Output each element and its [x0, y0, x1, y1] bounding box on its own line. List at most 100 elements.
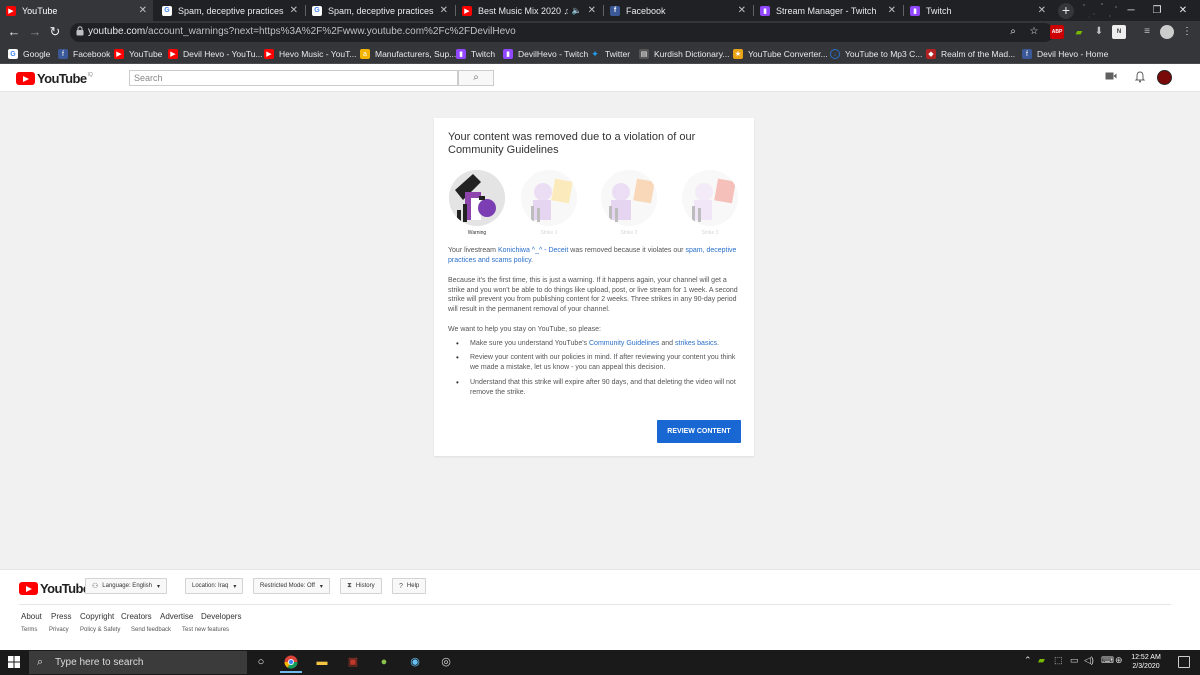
tab-music-mix[interactable]: ▶ Best Music Mix 2020 ♫ EDM 🔈 ✕ [456, 0, 602, 21]
chrome-icon[interactable] [280, 652, 302, 673]
bookmark-youtube-mp3[interactable]: ↓ YouTube to Mp3 C... [830, 47, 922, 61]
bookmark-label: Devil Hevo - Home [1037, 49, 1109, 59]
close-icon[interactable]: ✕ [139, 5, 147, 16]
bookmark-star-icon[interactable]: ☆ [1027, 25, 1041, 39]
zoom-icon[interactable]: ⌕ [1006, 25, 1020, 39]
tab-spam-policy-1[interactable]: G Spam, deceptive practices & scams ✕ [156, 0, 304, 21]
download-icon[interactable]: ⬇ [1092, 25, 1106, 39]
bookmark-label: Google [23, 49, 51, 59]
tray-overflow-icon[interactable]: ⌃ [1024, 655, 1032, 666]
help-icon: ? [399, 582, 403, 590]
bookmark-youtube[interactable]: ▶ YouTube [114, 47, 162, 61]
bookmark-facebook[interactable]: f Facebook [58, 47, 110, 61]
footer-link-developers[interactable]: Developers [201, 612, 241, 621]
bookmark-kurdish-dictionary[interactable]: ▤ Kurdish Dictionary... [639, 47, 729, 61]
list-item-text: Understand that this strike will expire … [470, 379, 736, 396]
community-guidelines-link[interactable]: Community Guidelines [589, 340, 659, 347]
bookmark-devil-hevo-youtube[interactable]: ▶ Devil Hevo - YouTu... [168, 47, 263, 61]
file-explorer-icon[interactable]: ▬ [311, 652, 333, 673]
bookmark-realm-mad-god[interactable]: ◆ Realm of the Mad... [926, 47, 1015, 61]
tab-spam-policy-2[interactable]: G Spam, deceptive practices & scams ✕ [306, 0, 454, 21]
community-guidelines-warning-card: Your content was removed due to a violat… [434, 118, 754, 456]
windows-start-icon[interactable] [8, 656, 20, 668]
bookmark-devilhevo-twitch[interactable]: ▮ DevilHevo - Twitch [503, 47, 588, 61]
speaker-icon[interactable]: 🔈 [572, 6, 582, 15]
close-icon[interactable]: ✕ [290, 5, 298, 16]
android-icon[interactable]: ● [373, 652, 395, 673]
bookmark-google[interactable]: G Google [8, 47, 50, 61]
steam-icon[interactable]: ◉ [404, 652, 426, 673]
language-button[interactable]: ⚇ Language: English ▾ [85, 578, 168, 594]
location-button[interactable]: Location: Iraq ▾ [185, 578, 244, 594]
reload-button[interactable]: ↻ [47, 24, 63, 40]
tab-twitch[interactable]: ▮ Twitch ✕ [904, 0, 1052, 21]
close-icon[interactable]: ✕ [588, 5, 596, 16]
help-button[interactable]: ? Help [392, 578, 427, 594]
back-button[interactable]: ← [6, 24, 22, 40]
footer-link-advertise[interactable]: Advertise [160, 612, 193, 621]
footer-link-about[interactable]: About [21, 612, 42, 621]
footer-link-privacy[interactable]: Privacy [49, 627, 69, 633]
minimize-button[interactable]: ─ [1118, 0, 1144, 21]
menu-icon[interactable]: ⋮ [1180, 25, 1194, 39]
bookmark-twitter[interactable]: ✦ Twitter [590, 47, 630, 61]
close-window-button[interactable]: ✕ [1170, 0, 1196, 21]
strikes-basics-link[interactable]: strikes basics [675, 340, 717, 347]
keyboard-icon[interactable]: ⌨ [1101, 655, 1114, 666]
bookmark-youtube-converter[interactable]: ★ YouTube Converter... [733, 47, 828, 61]
profile-avatar[interactable] [1160, 25, 1174, 39]
footer-link-terms[interactable]: Terms [21, 627, 37, 633]
footer-youtube-logo[interactable]: YouTube [19, 581, 90, 596]
youtube-logo[interactable]: YouTube IQ [16, 71, 93, 86]
bookmark-hevo-music[interactable]: ▶ Hevo Music - YouT... [264, 47, 356, 61]
bookmark-twitch[interactable]: ▮ Twitch [456, 47, 495, 61]
close-icon[interactable]: ✕ [738, 5, 746, 16]
task-view-icon[interactable]: ○ [250, 652, 272, 673]
new-tab-button[interactable]: + [1058, 3, 1074, 19]
history-button[interactable]: ⧗ History [340, 578, 382, 594]
user-avatar[interactable] [1157, 70, 1172, 85]
action-center-icon[interactable] [1178, 656, 1190, 668]
footer-link-press[interactable]: Press [51, 612, 71, 621]
tray-app-icon[interactable]: ⬚ [1054, 655, 1063, 666]
restricted-mode-button[interactable]: Restricted Mode: Off ▾ [253, 578, 330, 594]
tab-stream-manager[interactable]: ▮ Stream Manager - Twitch ✕ [754, 0, 902, 21]
close-icon[interactable]: ✕ [440, 5, 448, 16]
close-icon[interactable]: ✕ [888, 5, 896, 16]
footer-link-policy-safety[interactable]: Policy & Safety [80, 627, 120, 633]
volume-icon[interactable]: ◁) [1084, 655, 1094, 666]
review-content-button[interactable]: REVIEW CONTENT [657, 420, 741, 443]
tab-youtube[interactable]: ▶ YouTube ✕ [0, 0, 153, 21]
close-icon[interactable]: ✕ [1038, 5, 1046, 16]
url-text: youtube.com/account_warnings?next=https%… [88, 26, 516, 37]
footer-link-creators[interactable]: Creators [121, 612, 152, 621]
extension-n-icon[interactable]: N [1112, 25, 1126, 39]
notifications-bell-icon[interactable] [1133, 71, 1147, 85]
obs-icon[interactable]: ◎ [435, 652, 457, 673]
bookmark-devil-hevo-home[interactable]: f Devil Hevo - Home [1022, 47, 1108, 61]
network-icon[interactable]: ▭ [1070, 655, 1079, 666]
language-tray-icon[interactable]: ⊕ [1115, 655, 1123, 666]
media-queue-icon[interactable]: ≡ [1140, 25, 1154, 39]
nvidia-tray-icon[interactable]: ▰ [1038, 655, 1045, 666]
search-button[interactable]: ⌕ [458, 70, 494, 86]
forward-button[interactable]: → [27, 24, 43, 40]
url-domain: youtube.com [88, 26, 146, 37]
adblock-icon[interactable]: ABP [1050, 25, 1064, 39]
tab-facebook[interactable]: f Facebook ✕ [604, 0, 752, 21]
address-bar[interactable]: youtube.com/account_warnings?next=https%… [70, 23, 1054, 42]
maximize-button[interactable]: ❐ [1144, 0, 1170, 21]
bookmark-manufacturers[interactable]: a Manufacturers, Sup... [360, 47, 456, 61]
footer-link-test-features[interactable]: Test new features [182, 627, 229, 633]
footer-link-copyright[interactable]: Copyright [80, 612, 114, 621]
discord-icon[interactable]: ▣ [342, 652, 364, 673]
taskbar-search-input[interactable]: ⌕ Type here to search [29, 651, 247, 674]
help-intro: We want to help you stay on YouTube, so … [448, 326, 601, 333]
create-video-icon[interactable] [1104, 71, 1118, 85]
taskbar-clock[interactable]: 12:52 AM 2/3/2020 [1126, 653, 1166, 671]
extension-icon[interactable]: ▰ [1072, 25, 1086, 39]
footer-link-send-feedback[interactable]: Send feedback [131, 627, 171, 633]
livestream-link[interactable]: Konichiwa ^_^ - Deceit [498, 247, 568, 254]
search-input[interactable]: Search [129, 70, 458, 86]
twitch-icon: ▮ [456, 49, 466, 59]
